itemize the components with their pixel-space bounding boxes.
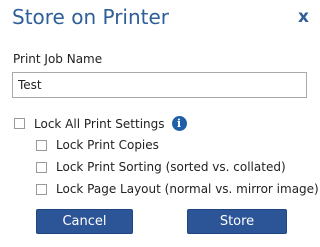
lock-all-print-settings-row[interactable]: Lock All Print Settings i [14, 116, 187, 131]
lock-page-layout-label: Lock Page Layout (normal vs. mirror imag… [56, 182, 319, 196]
dialog-title: Store on Printer [12, 5, 170, 29]
print-job-name-input[interactable] [12, 72, 307, 98]
lock-print-copies-row[interactable]: Lock Print Copies [36, 138, 159, 152]
lock-print-copies-label: Lock Print Copies [56, 138, 159, 152]
lock-print-copies-checkbox[interactable] [36, 139, 47, 151]
cancel-button[interactable]: Cancel [36, 209, 133, 234]
lock-all-print-settings-checkbox[interactable] [14, 118, 25, 129]
lock-all-print-settings-label: Lock All Print Settings [34, 116, 165, 131]
lock-page-layout-row[interactable]: Lock Page Layout (normal vs. mirror imag… [36, 182, 319, 196]
info-icon[interactable]: i [171, 116, 187, 131]
lock-print-sorting-label: Lock Print Sorting (sorted vs. collated) [56, 160, 286, 174]
lock-page-layout-checkbox[interactable] [36, 183, 47, 195]
close-button[interactable]: x [298, 7, 309, 27]
print-job-name-label: Print Job Name [13, 52, 103, 66]
lock-print-sorting-row[interactable]: Lock Print Sorting (sorted vs. collated) [36, 160, 286, 174]
lock-print-sorting-checkbox[interactable] [36, 161, 47, 173]
store-button[interactable]: Store [187, 209, 287, 234]
